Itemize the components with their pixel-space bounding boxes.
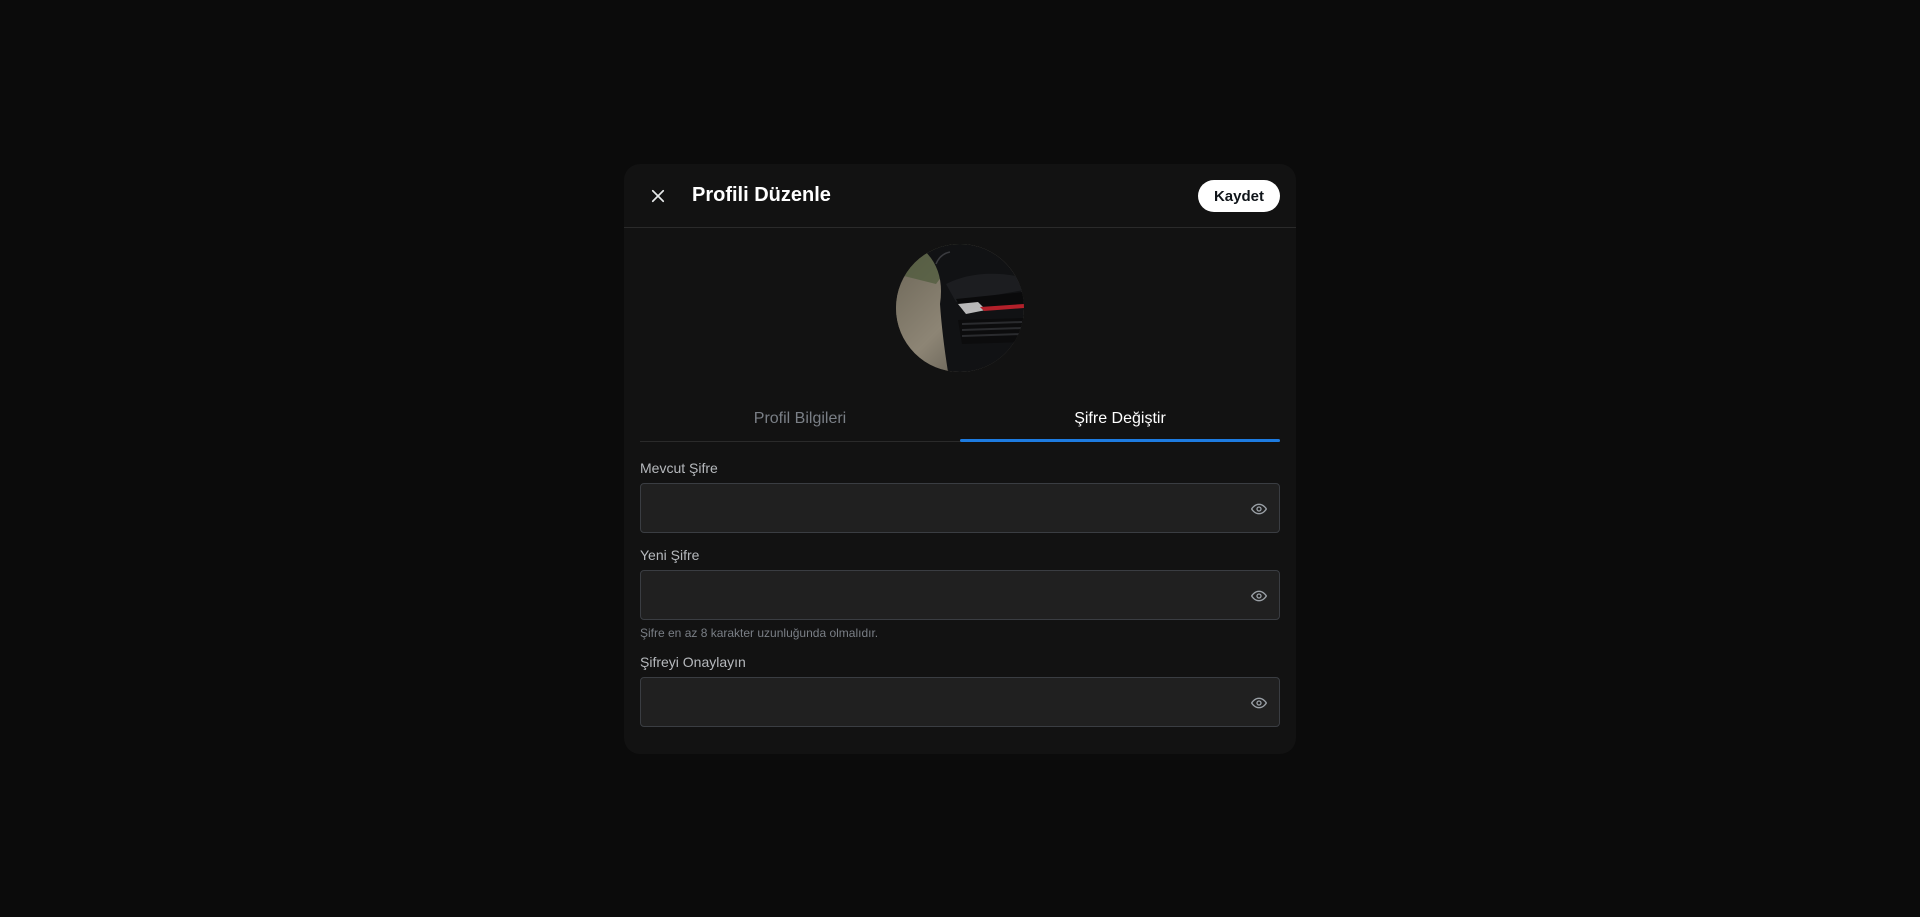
edit-profile-modal: Profili Düzenle Kaydet Profil Bilgileri … bbox=[624, 164, 1296, 754]
current-password-wrap bbox=[640, 483, 1280, 533]
tab-profile-info[interactable]: Profil Bilgileri bbox=[640, 396, 960, 441]
avatar[interactable] bbox=[896, 244, 1024, 372]
eye-icon bbox=[1251, 590, 1267, 602]
new-password-input[interactable] bbox=[641, 571, 1279, 619]
confirm-password-label: Şifreyi Onaylayın bbox=[640, 654, 746, 670]
save-button[interactable]: Kaydet bbox=[1197, 180, 1280, 212]
tab-change-password[interactable]: Şifre Değiştir bbox=[960, 396, 1280, 442]
show-current-password-button[interactable] bbox=[1249, 499, 1269, 519]
confirm-password-field: Şifreyi Onaylayın bbox=[640, 654, 1280, 727]
modal-header: Profili Düzenle Kaydet bbox=[624, 164, 1296, 228]
close-button[interactable] bbox=[640, 178, 676, 214]
confirm-password-wrap bbox=[640, 677, 1280, 727]
password-form: Mevcut Şifre Yeni Şifre Şifre en az 8 ka… bbox=[624, 442, 1296, 727]
new-password-wrap bbox=[640, 570, 1280, 620]
eye-icon bbox=[1251, 503, 1267, 515]
current-password-input[interactable] bbox=[641, 484, 1279, 532]
tab-bar: Profil Bilgileri Şifre Değiştir bbox=[640, 396, 1280, 442]
new-password-field: Yeni Şifre Şifre en az 8 karakter uzunlu… bbox=[640, 547, 1280, 640]
avatar-image bbox=[896, 244, 1024, 372]
password-hint: Şifre en az 8 karakter uzunluğunda olmal… bbox=[640, 626, 879, 640]
close-icon bbox=[651, 189, 665, 202]
modal-title: Profili Düzenle bbox=[692, 184, 831, 206]
confirm-password-input[interactable] bbox=[641, 678, 1279, 726]
current-password-field: Mevcut Şifre bbox=[640, 460, 1280, 533]
current-password-label: Mevcut Şifre bbox=[640, 460, 718, 476]
show-confirm-password-button[interactable] bbox=[1249, 693, 1269, 713]
new-password-label: Yeni Şifre bbox=[640, 547, 700, 563]
show-new-password-button[interactable] bbox=[1249, 586, 1269, 606]
eye-icon bbox=[1251, 697, 1267, 709]
avatar-section bbox=[624, 228, 1296, 376]
